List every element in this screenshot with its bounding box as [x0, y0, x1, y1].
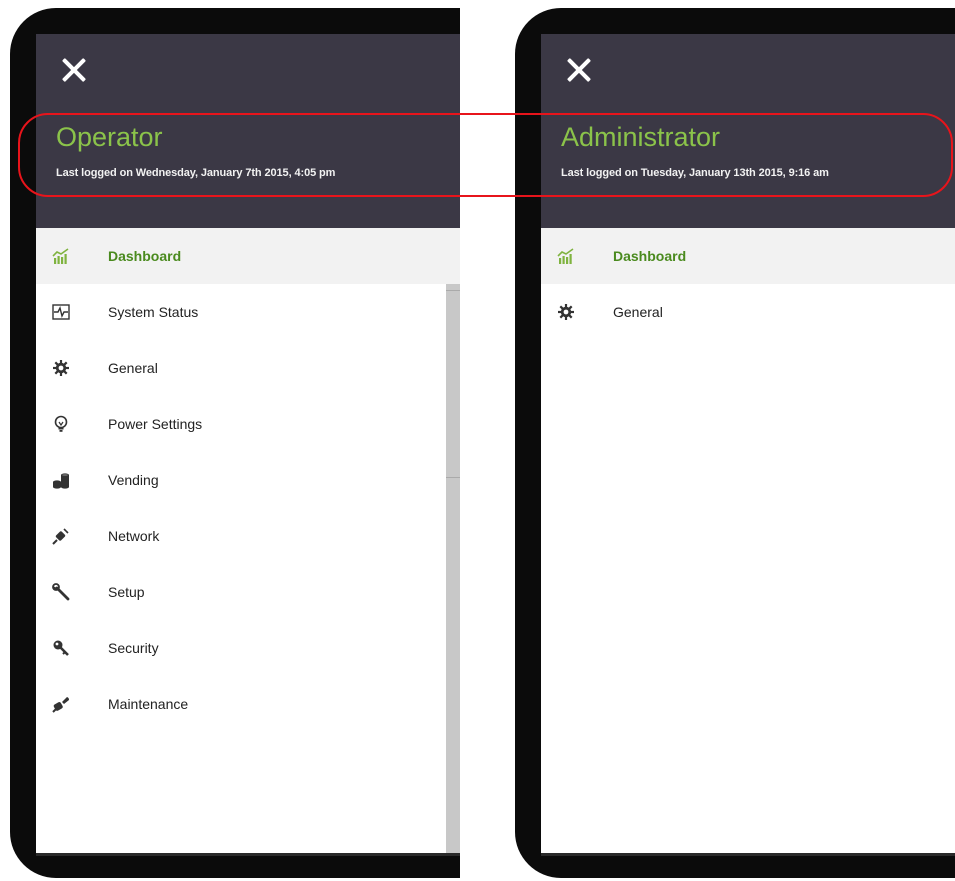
- nav-menu: Dashboard System Status General Power Se…: [36, 228, 460, 732]
- last-logged-text: Last logged on Wednesday, January 7th 20…: [56, 167, 336, 179]
- nav-item-general[interactable]: General: [541, 284, 955, 340]
- user-role: Operator: [56, 122, 163, 152]
- nav-item-label: General: [108, 360, 158, 376]
- chart-bars-icon: [52, 247, 70, 265]
- nav-item-label: Dashboard: [108, 248, 182, 264]
- nav-item-dashboard[interactable]: Dashboard: [36, 228, 460, 284]
- nav-item-label: Vending: [108, 472, 159, 488]
- gear-icon: [52, 359, 70, 377]
- drawer-header: Operator Last logged on Wednesday, Janua…: [36, 34, 460, 228]
- plug-icon: [52, 527, 70, 545]
- gear-icon: [557, 303, 575, 321]
- coins-icon: [52, 471, 70, 489]
- nav-item-label: System Status: [108, 304, 199, 320]
- close-icon[interactable]: [56, 52, 92, 88]
- key-icon: [52, 639, 70, 657]
- nav-item-label: Setup: [108, 584, 145, 600]
- nav-item-power-settings[interactable]: Power Settings: [36, 396, 460, 452]
- nav-item-label: Security: [108, 640, 159, 656]
- nav-item-label: Power Settings: [108, 416, 203, 432]
- user-role: Administrator: [561, 122, 721, 152]
- pulse-monitor-icon: [52, 303, 70, 321]
- operator-device-frame: Operator Last logged on Wednesday, Janua…: [10, 8, 460, 878]
- screen-bottom-edge: [36, 853, 460, 856]
- nav-item-label: Dashboard: [613, 248, 687, 264]
- nav-item-label: Network: [108, 528, 160, 544]
- nav-item-maintenance[interactable]: Maintenance: [36, 676, 460, 732]
- nav-item-network[interactable]: Network: [36, 508, 460, 564]
- close-icon[interactable]: [561, 52, 597, 88]
- nav-item-vending[interactable]: Vending: [36, 452, 460, 508]
- last-logged-text: Last logged on Tuesday, January 13th 201…: [561, 167, 829, 179]
- nav-item-label: General: [613, 304, 663, 320]
- administrator-device-frame: Administrator Last logged on Tuesday, Ja…: [515, 8, 955, 878]
- nav-item-general[interactable]: General: [36, 340, 460, 396]
- nav-item-label: Maintenance: [108, 696, 189, 712]
- chart-bars-icon: [557, 247, 575, 265]
- lightbulb-icon: [52, 415, 70, 433]
- nav-menu: Dashboard General: [541, 228, 955, 340]
- operator-screen: Operator Last logged on Wednesday, Janua…: [36, 34, 460, 856]
- screen-bottom-edge: [541, 853, 955, 856]
- nav-item-dashboard[interactable]: Dashboard: [541, 228, 955, 284]
- tools-icon: [52, 695, 70, 713]
- nav-item-setup[interactable]: Setup: [36, 564, 460, 620]
- nav-item-security[interactable]: Security: [36, 620, 460, 676]
- nav-item-system-status[interactable]: System Status: [36, 284, 460, 340]
- administrator-screen: Administrator Last logged on Tuesday, Ja…: [541, 34, 955, 856]
- drawer-header: Administrator Last logged on Tuesday, Ja…: [541, 34, 955, 228]
- wrench-icon: [52, 583, 70, 601]
